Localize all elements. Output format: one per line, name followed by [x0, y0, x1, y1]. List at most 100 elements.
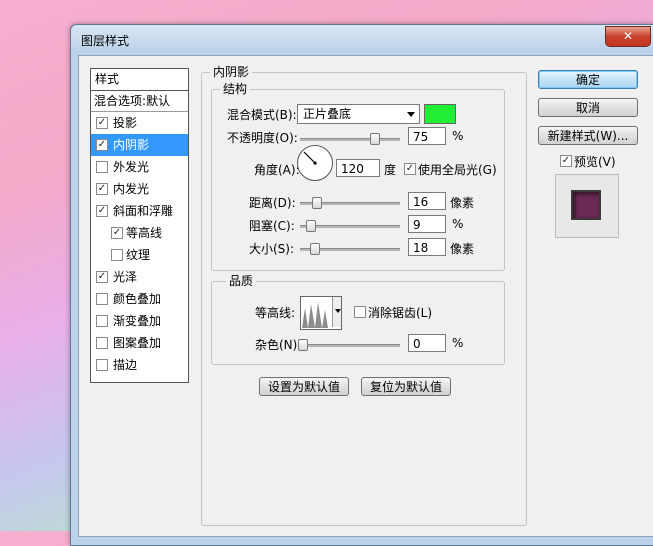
- antialias-checkbox[interactable]: [354, 306, 366, 318]
- style-item-label: 斜面和浮雕: [113, 204, 174, 218]
- style-item-checkbox[interactable]: [96, 315, 108, 327]
- choke-unit: %: [452, 217, 464, 231]
- layer-style-dialog: 图层样式 ✕ 样式 混合选项:默认 ✓ 投影 ✓ 内阴影 外发光 ✓ 内发光 ✓ 斜面和浮雕 ✓ 等…: [70, 24, 653, 546]
- noise-label: 杂色(N):: [255, 338, 302, 352]
- dialog-body: 样式 混合选项:默认 ✓ 投影 ✓ 内阴影 外发光 ✓ 内发光 ✓ 斜面和浮雕 ✓ 等高线 纹理 ✓ 光泽…: [78, 55, 653, 537]
- choke-slider[interactable]: [300, 220, 400, 232]
- style-list: 样式 混合选项:默认 ✓ 投影 ✓ 内阴影 外发光 ✓ 内发光 ✓ 斜面和浮雕 ✓ 等高线 纹理 ✓ 光泽…: [90, 68, 189, 383]
- distance-slider[interactable]: [300, 197, 400, 209]
- cancel-button[interactable]: 取消: [538, 98, 638, 117]
- style-item[interactable]: ✓ 内发光: [91, 178, 188, 200]
- inner-shadow-group: 内阴影 结构 混合模式(B): 正片叠底 不透明度(O): 75 % 角度(A)…: [201, 65, 527, 526]
- style-item-checkbox[interactable]: [96, 359, 108, 371]
- close-button[interactable]: ✕: [605, 26, 651, 47]
- style-item[interactable]: 描边: [91, 354, 188, 376]
- new-style-button[interactable]: 新建样式(W)...: [538, 126, 638, 145]
- distance-slider-thumb[interactable]: [312, 197, 322, 209]
- distance-unit: 像素: [450, 196, 475, 210]
- style-item-label: 渐变叠加: [113, 314, 162, 328]
- angle-input[interactable]: 120: [336, 159, 380, 177]
- choke-label: 阻塞(C):: [249, 219, 295, 233]
- preview-checkbox[interactable]: ✓: [560, 155, 572, 167]
- angle-dial-needle-icon: [303, 151, 317, 165]
- opacity-input[interactable]: 75: [408, 127, 446, 145]
- style-item-checkbox[interactable]: [111, 249, 123, 261]
- shadow-color-swatch[interactable]: [424, 104, 456, 124]
- style-item-label: 内发光: [113, 182, 150, 196]
- style-list-header[interactable]: 样式: [91, 69, 188, 91]
- global-light-checkbox[interactable]: ✓: [404, 163, 416, 175]
- style-item[interactable]: ✓ 光泽: [91, 266, 188, 288]
- size-slider[interactable]: [300, 243, 400, 255]
- chevron-down-icon: [335, 309, 341, 313]
- blend-mode-select[interactable]: 正片叠底: [297, 104, 420, 124]
- opacity-slider[interactable]: [300, 133, 400, 145]
- style-item[interactable]: 纹理: [91, 244, 188, 266]
- choke-input[interactable]: 9: [408, 215, 446, 233]
- inner-shadow-title: 内阴影: [210, 65, 253, 79]
- style-item-label: 描边: [113, 358, 138, 372]
- opacity-slider-thumb[interactable]: [370, 133, 380, 145]
- distance-input[interactable]: 16: [408, 192, 446, 210]
- style-item[interactable]: 外发光: [91, 156, 188, 178]
- blend-mode-value: 正片叠底: [303, 107, 352, 121]
- style-item-checkbox[interactable]: [96, 337, 108, 349]
- angle-label: 角度(A):: [254, 163, 300, 177]
- style-item-label: 颜色叠加: [113, 292, 162, 306]
- style-item[interactable]: 颜色叠加: [91, 288, 188, 310]
- style-item-checkbox[interactable]: [96, 293, 108, 305]
- set-default-button[interactable]: 设置为默认值: [259, 377, 349, 396]
- noise-input[interactable]: 0: [408, 334, 446, 352]
- style-item-label: 等高线: [126, 226, 163, 240]
- size-label: 大小(S):: [249, 242, 295, 256]
- contour-picker[interactable]: [300, 296, 342, 330]
- style-item-label: 图案叠加: [113, 336, 162, 350]
- distance-label: 距离(D):: [249, 196, 296, 210]
- opacity-unit: %: [452, 129, 464, 143]
- preview-label[interactable]: 预览(V): [574, 153, 616, 170]
- title-bar[interactable]: 图层样式 ✕: [71, 25, 653, 53]
- style-item[interactable]: ✓ 斜面和浮雕: [91, 200, 188, 222]
- quality-group: 品质 等高线: 消除锯齿(L) 杂色(N): 0 %: [211, 274, 505, 365]
- reset-default-button[interactable]: 复位为默认值: [361, 377, 451, 396]
- size-slider-thumb[interactable]: [310, 243, 320, 255]
- style-item-label: 外发光: [113, 160, 150, 174]
- size-input[interactable]: 18: [408, 238, 446, 256]
- preview-thumbnail: [555, 174, 619, 238]
- ok-button[interactable]: 确定: [538, 70, 638, 89]
- opacity-label: 不透明度(O):: [227, 131, 298, 145]
- preview-swatch: [571, 190, 601, 220]
- contour-dropdown[interactable]: [332, 297, 341, 327]
- style-item-label: 纹理: [126, 248, 151, 262]
- style-item-checkbox[interactable]: ✓: [96, 183, 108, 195]
- style-item[interactable]: ✓ 内阴影: [91, 134, 188, 156]
- close-icon: ✕: [622, 29, 634, 43]
- contour-preview-icon: [302, 302, 328, 328]
- style-item-label: 投影: [113, 116, 138, 130]
- noise-slider-thumb[interactable]: [298, 339, 308, 351]
- style-item-checkbox[interactable]: ✓: [96, 139, 108, 151]
- style-item-checkbox[interactable]: ✓: [96, 205, 108, 217]
- contour-label: 等高线:: [255, 306, 296, 320]
- style-item-label: 内阴影: [113, 138, 150, 152]
- style-item[interactable]: ✓ 等高线: [91, 222, 188, 244]
- global-light-label[interactable]: 使用全局光(G): [418, 161, 497, 178]
- quality-title: 品质: [226, 274, 257, 288]
- noise-slider[interactable]: [298, 339, 400, 351]
- blend-options-item[interactable]: 混合选项:默认: [91, 91, 188, 112]
- angle-dial[interactable]: [297, 145, 333, 181]
- antialias-label[interactable]: 消除锯齿(L): [368, 304, 432, 321]
- style-item-checkbox[interactable]: ✓: [96, 271, 108, 283]
- structure-title: 结构: [220, 82, 251, 96]
- style-item-checkbox[interactable]: [96, 161, 108, 173]
- style-item-label: 光泽: [113, 270, 138, 284]
- style-item-checkbox[interactable]: ✓: [111, 227, 123, 239]
- style-item[interactable]: 图案叠加: [91, 332, 188, 354]
- structure-group: 结构 混合模式(B): 正片叠底 不透明度(O): 75 % 角度(A): 12…: [211, 82, 505, 271]
- style-item[interactable]: 渐变叠加: [91, 310, 188, 332]
- dialog-title: 图层样式: [81, 34, 130, 48]
- choke-slider-thumb[interactable]: [306, 220, 316, 232]
- style-item-checkbox[interactable]: ✓: [96, 117, 108, 129]
- style-item[interactable]: ✓ 投影: [91, 112, 188, 134]
- chevron-down-icon: [407, 112, 415, 117]
